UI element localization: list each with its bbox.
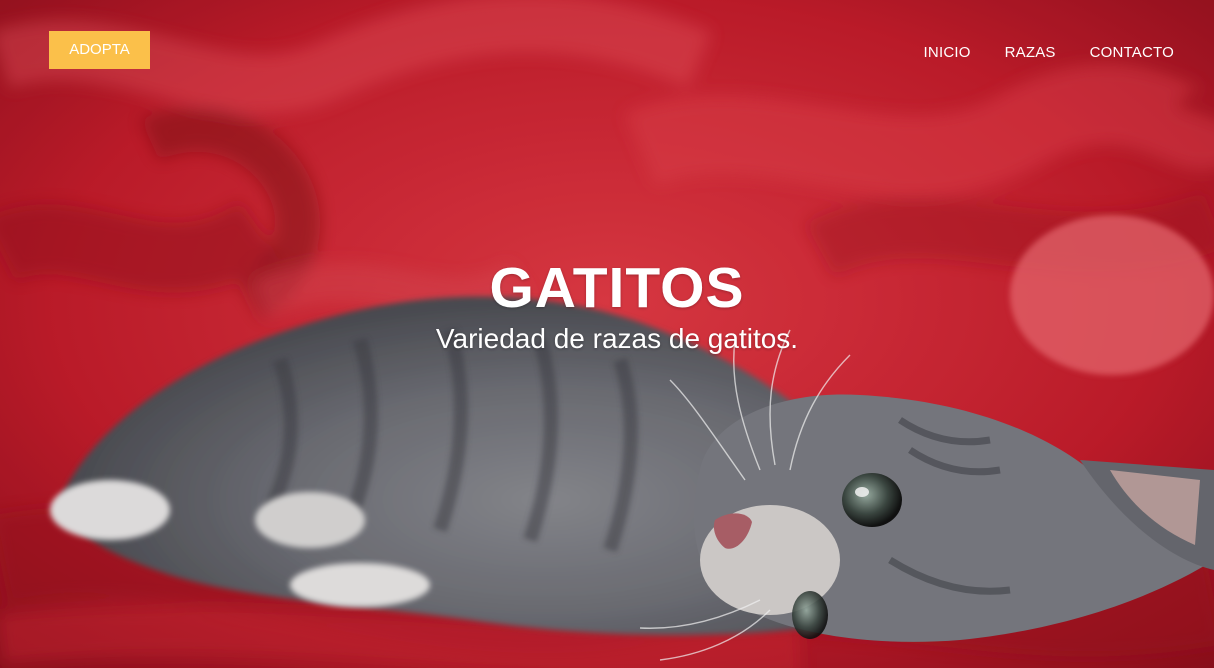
nav-item-razas[interactable]: RAZAS (1005, 44, 1056, 61)
hero-text: GATITOS Variedad de razas de gatitos. (0, 254, 1214, 356)
nav-item-contacto[interactable]: CONTACTO (1090, 44, 1174, 61)
hero-subtitle: Variedad de razas de gatitos. (435, 323, 799, 354)
adopt-button[interactable]: ADOPTA (49, 31, 150, 69)
main-nav: INICIO RAZAS CONTACTO (924, 44, 1174, 61)
nav-item-inicio[interactable]: INICIO (924, 44, 971, 61)
hero-title: GATITOS (489, 256, 745, 320)
hero-section: ADOPTA INICIO RAZAS CONTACTO GATITOS Var… (0, 0, 1214, 668)
